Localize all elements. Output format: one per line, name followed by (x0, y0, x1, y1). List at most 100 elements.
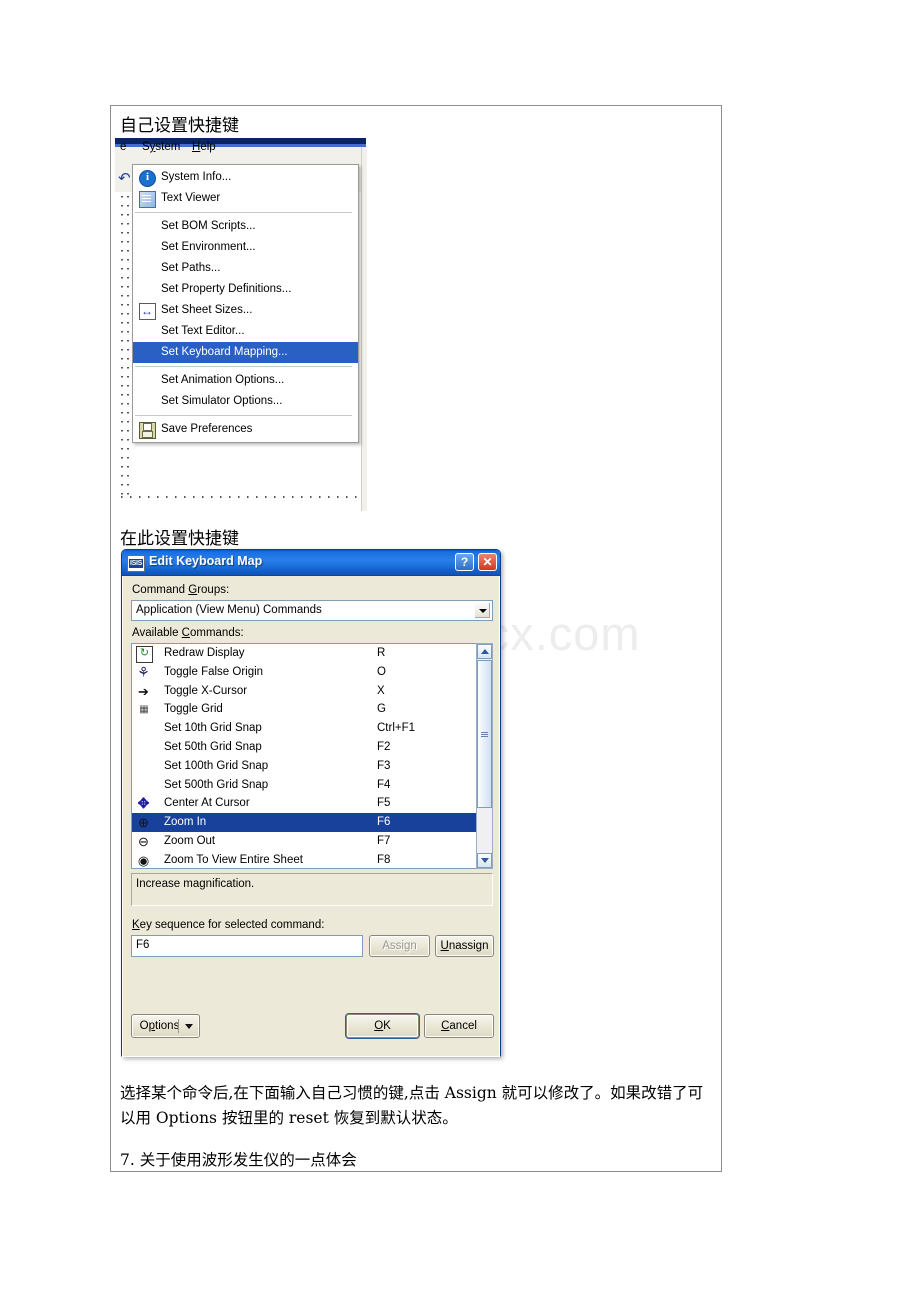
table-row[interactable]: Set 10th Grid Snap Ctrl+F1 (132, 719, 492, 738)
menubar-item-help[interactable]: Help (187, 140, 221, 154)
scrollbar-thumb[interactable] (477, 660, 492, 808)
command-name: Toggle False Origin (164, 665, 264, 678)
heading-setup-shortcut: 自己设置快捷键 (120, 116, 239, 136)
ok-label: OK (374, 1020, 391, 1032)
available-commands-list[interactable]: ↻ Redraw Display R ⚘ Toggle False Origin… (131, 643, 493, 869)
redraw-icon: ↻ (136, 646, 153, 663)
menu-separator (135, 366, 352, 367)
table-row[interactable]: ◉ Zoom To View Entire Sheet F8 (132, 851, 492, 868)
sheet-sizes-icon (139, 301, 156, 322)
zoom-fit-icon: ◉ (137, 852, 150, 868)
heading-section-7: 7. 关于使用波形发生仪的一点体会 (120, 1151, 357, 1169)
zoom-in-icon: ⊕ (138, 815, 149, 831)
command-key: G (377, 703, 386, 716)
assign-button[interactable]: Assign (369, 935, 430, 957)
table-row[interactable]: ⚘ Toggle False Origin O (132, 663, 492, 682)
false-origin-icon: ⚘ (137, 663, 150, 680)
table-row[interactable]: Set 50th Grid Snap F2 (132, 738, 492, 757)
menubar-item-system[interactable]: System (137, 140, 185, 154)
undo-icon[interactable]: ↷ (118, 169, 131, 187)
menu-item-set-simulator-options[interactable]: Set Simulator Options... (133, 391, 358, 412)
menu-separator (135, 415, 352, 416)
unassign-label: Unassign (440, 940, 489, 952)
command-key: F5 (377, 797, 391, 810)
menu-item-system-info[interactable]: i System Info... (133, 167, 358, 188)
table-row-selected[interactable]: ⊕ Zoom In F6 (132, 813, 492, 832)
commands-scrollbar[interactable] (476, 643, 493, 869)
menu-item-set-paths[interactable]: Set Paths... (133, 258, 358, 279)
available-commands-label: Available Commands: (132, 627, 244, 639)
x-cursor-icon: ➔ (138, 683, 149, 699)
menu-item-set-text-editor[interactable]: Set Text Editor... (133, 321, 358, 342)
scroll-down-button[interactable] (477, 853, 492, 868)
menu-item-text-viewer[interactable]: Text Viewer (133, 188, 358, 209)
key-sequence-value: F6 (136, 939, 150, 951)
menu-item-label: Save Preferences (161, 423, 253, 435)
menu-item-set-property-definitions[interactable]: Set Property Definitions... (133, 279, 358, 300)
command-name: Redraw Display (164, 647, 245, 659)
grid-dots-left-2 (127, 196, 129, 496)
table-row[interactable]: ✥ Center At Cursor F5 (132, 794, 492, 813)
description-text: Increase magnification. (136, 878, 255, 890)
heading-set-shortcut-here: 在此设置快捷键 (120, 529, 239, 549)
dialog-titlebar[interactable]: ISIS Edit Keyboard Map ? ✕ (122, 550, 500, 576)
menu-item-label: Text Viewer (161, 192, 221, 204)
zoom-out-icon: ⊖ (138, 833, 149, 849)
cancel-label: Cancel (441, 1020, 477, 1032)
table-row[interactable]: ▦ Toggle Grid G (132, 700, 492, 719)
menu-item-label: Set Animation Options... (161, 374, 285, 386)
menu-item-label: Set Keyboard Mapping... (161, 346, 288, 358)
table-row[interactable]: ➔ Toggle X-Cursor X (132, 682, 492, 701)
options-split-divider (178, 1019, 179, 1033)
options-button[interactable]: Options (131, 1014, 200, 1038)
key-sequence-label: Key sequence for selected command: (132, 919, 325, 931)
system-menu-dropdown: i System Info... Text Viewer Set BOM Scr… (132, 164, 359, 443)
table-row[interactable]: ⊖ Zoom Out F7 (132, 832, 492, 851)
table-row[interactable]: Set 100th Grid Snap F3 (132, 757, 492, 776)
ok-button[interactable]: OK (346, 1014, 419, 1038)
command-key: F6 (377, 816, 391, 829)
unassign-button[interactable]: Unassign (435, 935, 494, 957)
chevron-down-icon[interactable] (474, 602, 491, 619)
menu-item-label: Set Text Editor... (161, 325, 245, 337)
isis-icon: ISIS (127, 555, 145, 572)
menu-item-set-sheet-sizes[interactable]: Set Sheet Sizes... (133, 300, 358, 322)
menu-item-set-environment[interactable]: Set Environment... (133, 237, 358, 258)
table-row[interactable]: Set 500th Grid Snap F4 (132, 776, 492, 795)
text-viewer-icon (139, 191, 156, 208)
options-label: Options (139, 1020, 180, 1032)
help-button[interactable]: ? (455, 553, 474, 571)
menu-item-label: Set Paths... (161, 262, 221, 274)
center-cursor-icon: ✥ (137, 795, 150, 812)
command-key: F8 (377, 853, 391, 866)
command-key: R (377, 647, 386, 659)
cancel-button[interactable]: Cancel (424, 1014, 494, 1038)
command-name: Set 500th Grid Snap (164, 778, 269, 791)
menu-item-save-preferences[interactable]: Save Preferences (133, 419, 358, 440)
command-name: Set 100th Grid Snap (164, 759, 269, 772)
chevron-down-icon[interactable] (185, 1024, 193, 1029)
dialog-title: Edit Keyboard Map (149, 554, 263, 568)
close-button[interactable]: ✕ (478, 553, 497, 571)
floppy-disk-icon (139, 422, 156, 439)
menu-item-label: Set Simulator Options... (161, 395, 283, 407)
menu-item-set-animation-options[interactable]: Set Animation Options... (133, 370, 358, 391)
menu-item-set-bom-scripts[interactable]: Set BOM Scripts... (133, 216, 358, 237)
command-name: Zoom To View Entire Sheet (164, 853, 303, 866)
table-row[interactable]: ↻ Redraw Display R (132, 644, 492, 663)
menu-item-label: Set Property Definitions... (161, 283, 292, 295)
command-name: Zoom In (164, 816, 207, 829)
menu-item-set-keyboard-mapping[interactable]: Set Keyboard Mapping... (133, 342, 358, 363)
menu-item-label: Set BOM Scripts... (161, 220, 256, 232)
command-description: Increase magnification. (131, 873, 493, 906)
menubar-item-file[interactable]: e (115, 140, 131, 154)
command-key: X (377, 684, 385, 697)
command-key: F4 (377, 778, 391, 791)
assign-label: Assign (382, 940, 417, 952)
scroll-up-button[interactable] (477, 644, 492, 659)
key-sequence-input[interactable]: F6 (131, 935, 363, 957)
workarea-right-edge (361, 147, 367, 511)
command-groups-value: Application (View Menu) Commands (136, 604, 322, 616)
command-groups-combo[interactable]: Application (View Menu) Commands (131, 600, 493, 621)
command-name: Zoom Out (164, 834, 216, 847)
